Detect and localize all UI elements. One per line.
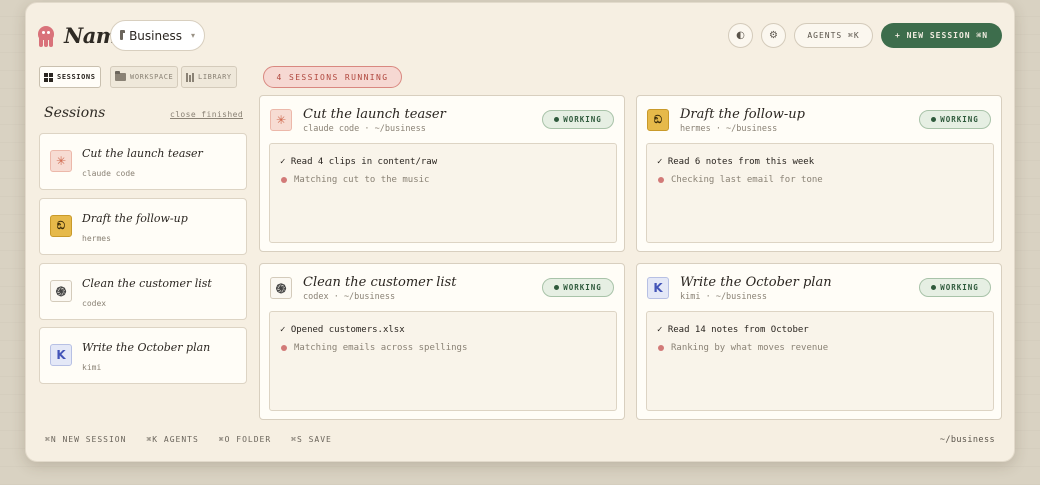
folder-icon <box>115 71 126 81</box>
gear-icon: ⚙ <box>769 30 778 41</box>
status-dot-icon <box>554 117 560 122</box>
shortcut-folder: ⌘O FOLDER <box>218 435 272 444</box>
session-agent: codex <box>82 299 107 308</box>
session-panel[interactable]: ඞ Draft the follow-up hermes · ~/busines… <box>636 95 1002 252</box>
status-dot-icon <box>931 285 937 290</box>
grid-icon <box>44 72 53 82</box>
close-finished-link[interactable]: close finished <box>170 110 243 119</box>
panel-subtitle: codex · ~/business <box>303 292 396 302</box>
log-done: ✓ Read 4 clips in content/raw <box>280 157 438 167</box>
panel-title: Write the October plan <box>680 275 832 290</box>
panel-title: Clean the customer list <box>303 275 457 290</box>
shortcut-agents: ⌘K AGENTS <box>146 435 199 444</box>
library-icon <box>186 72 194 82</box>
tab-label: LIBRARY <box>198 73 232 81</box>
tab-label: SESSIONS <box>57 73 96 81</box>
sidebar-session-item[interactable]: ඞ Draft the follow-up hermes <box>39 198 247 255</box>
sidebar-session-item[interactable]: ֍ Clean the customer list codex <box>39 263 247 320</box>
log-pending: Checking last email for tone <box>657 171 983 189</box>
shortcut-new-session: ⌘N NEW SESSION <box>45 435 127 444</box>
status-badge: WORKING <box>542 278 614 297</box>
log-pending: Ranking by what moves revenue <box>657 339 983 357</box>
log-done: ✓ Opened customers.xlsx <box>280 325 405 335</box>
octopus-logo-icon <box>36 24 56 48</box>
status-badge: WORKING <box>919 110 991 129</box>
status-dot-icon <box>554 285 560 290</box>
status-dot-icon <box>931 117 937 122</box>
workspace-name: Business <box>129 28 182 43</box>
agents-button[interactable]: AGENTS ⌘K <box>794 23 873 48</box>
shortcut-bar: ⌘N NEW SESSION ⌘K AGENTS ⌘O FOLDER ⌘S SA… <box>45 435 332 444</box>
session-panel[interactable]: K Write the October plan kimi · ~/busine… <box>636 263 1002 420</box>
claude-avatar-icon: ✳ <box>270 109 292 131</box>
log-pending: Matching emails across spellings <box>280 339 606 357</box>
log-done: ✓ Read 14 notes from October <box>657 325 809 335</box>
session-agent: claude code <box>82 169 135 178</box>
folder-icon <box>120 29 126 40</box>
panel-subtitle: claude code · ~/business <box>303 124 426 134</box>
in-progress-dot-icon <box>658 177 664 183</box>
kimi-avatar-icon: K <box>647 277 669 299</box>
session-panel[interactable]: ✳ Cut the launch teaser claude code · ~/… <box>259 95 625 252</box>
panel-title: Cut the launch teaser <box>303 107 446 122</box>
contrast-icon: ◐ <box>736 30 745 41</box>
session-agent: kimi <box>82 363 102 372</box>
panel-subtitle: hermes · ~/business <box>680 124 778 134</box>
session-title: Write the October plan <box>82 341 211 354</box>
in-progress-dot-icon <box>281 177 287 183</box>
claude-avatar-icon: ✳ <box>50 150 72 172</box>
activity-log: ✓ Opened customers.xlsx Matching emails … <box>269 311 617 411</box>
new-session-button[interactable]: + NEW SESSION ⌘N <box>881 23 1002 48</box>
tab-label: WORKSPACE <box>130 73 174 81</box>
current-path: ~/business <box>939 435 995 445</box>
session-title: Cut the launch teaser <box>82 147 203 160</box>
session-panel[interactable]: ֍ Clean the customer list codex · ~/busi… <box>259 263 625 420</box>
kimi-avatar-icon: K <box>50 344 72 366</box>
chevron-down-icon: ▾ <box>190 31 195 40</box>
codex-avatar-icon: ֍ <box>270 277 292 299</box>
in-progress-dot-icon <box>281 345 287 351</box>
log-pending: Matching cut to the music <box>280 171 606 189</box>
panel-subtitle: kimi · ~/business <box>680 292 767 302</box>
status-badge: WORKING <box>542 110 614 129</box>
settings-button[interactable]: ⚙ <box>761 23 786 48</box>
status-badge: WORKING <box>919 278 991 297</box>
tab-library[interactable]: LIBRARY <box>181 66 237 88</box>
log-done: ✓ Read 6 notes from this week <box>657 157 815 167</box>
activity-log: ✓ Read 4 clips in content/raw Matching c… <box>269 143 617 243</box>
activity-log: ✓ Read 14 notes from October Ranking by … <box>646 311 994 411</box>
activity-log: ✓ Read 6 notes from this week Checking l… <box>646 143 994 243</box>
session-title: Clean the customer list <box>82 277 212 290</box>
workspace-selector[interactable]: Business ▾ <box>110 20 205 51</box>
session-title: Draft the follow-up <box>82 212 188 225</box>
theme-toggle-button[interactable]: ◐ <box>728 23 753 48</box>
tab-workspace[interactable]: WORKSPACE <box>110 66 179 88</box>
tab-sessions[interactable]: SESSIONS <box>39 66 101 88</box>
codex-avatar-icon: ֍ <box>50 280 72 302</box>
hermes-avatar-icon: ඞ <box>50 215 72 237</box>
sidebar-title: Sessions <box>44 105 106 121</box>
shortcut-save: ⌘S SAVE <box>291 435 332 444</box>
in-progress-dot-icon <box>658 345 664 351</box>
hermes-avatar-icon: ඞ <box>647 109 669 131</box>
sidebar-session-item[interactable]: K Write the October plan kimi <box>39 327 247 384</box>
sidebar-session-item[interactable]: ✳ Cut the launch teaser claude code <box>39 133 247 190</box>
app-window: Nami Business ▾ ◐ ⚙ AGENTS ⌘K + NEW SESS… <box>25 2 1015 462</box>
session-agent: hermes <box>82 234 111 243</box>
panel-title: Draft the follow-up <box>680 107 805 122</box>
sessions-running-badge: 4 SESSIONS RUNNING <box>263 66 402 88</box>
